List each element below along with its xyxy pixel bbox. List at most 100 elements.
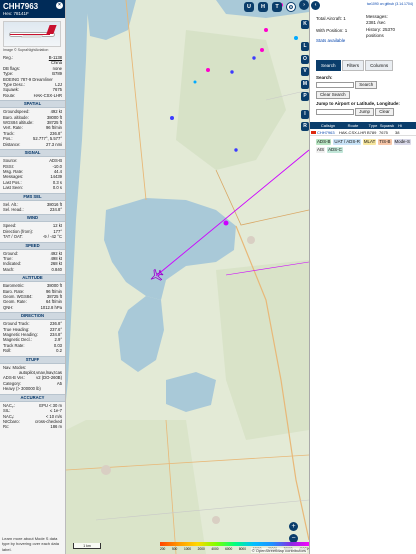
- info-row: Mach: 0.840: [0, 267, 65, 272]
- section-header-signal: SIGNAL: [0, 149, 65, 158]
- photo-credit[interactable]: Image © SupraNightAviation: [0, 47, 65, 55]
- panel-tabs: Search Filters Columns: [316, 60, 414, 71]
- version-link[interactable]: tar1090 on github (3.14.1704): [367, 2, 413, 6]
- map-side-button-i[interactable]: I: [301, 110, 309, 119]
- search-label: Search:: [316, 75, 333, 80]
- column-header[interactable]: Type: [367, 122, 379, 129]
- column-header[interactable]: Hi: [395, 122, 405, 129]
- close-icon[interactable]: ×: [56, 2, 63, 9]
- map-side-button-k[interactable]: K: [301, 20, 309, 29]
- altitude-tick: 8000: [238, 547, 246, 551]
- map-view[interactable]: U H T ⚙ › + − 1 km 200 500 1000 2000 4000 600…: [66, 0, 309, 554]
- section-header-spatial: SPATIAL: [0, 100, 65, 109]
- section-header-stuff: STUFF: [0, 355, 65, 364]
- info-label: Heavy (> 300000 lb): [3, 386, 41, 392]
- table-row[interactable]: CHH7963 HAK-CSX-LHR B789 7675 38: [310, 128, 416, 136]
- expand-panel-icon[interactable]: ›: [299, 0, 309, 10]
- column-header[interactable]: [310, 122, 317, 129]
- messages-label: Messages:: [366, 14, 388, 19]
- info-value: 0.840: [51, 266, 62, 272]
- info-row: Rc: 186 m: [0, 424, 65, 429]
- map-scale: 1 km: [73, 543, 101, 549]
- settings-icon[interactable]: ⚙: [286, 2, 296, 12]
- section-header-direction: DIRECTION: [0, 312, 65, 321]
- map-side-button-p[interactable]: P: [301, 92, 309, 101]
- aircraft-sections: SPATIAL Groundspeed: 492 kt Baro. altitude:…: [0, 100, 65, 429]
- table-cell: B789: [367, 129, 377, 135]
- section-header-speed: SPEED: [0, 241, 65, 250]
- zoom-in-button[interactable]: +: [289, 522, 298, 531]
- aircraft-info-panel: CHH7963 Hex: 78141F × Image © SupraNight…: [0, 0, 66, 554]
- history-positions: positions: [366, 33, 384, 38]
- altitude-tick: 500: [171, 547, 178, 551]
- section-header-fms-sel: FMS SEL: [0, 192, 65, 201]
- column-header[interactable]: Callsign: [317, 122, 339, 129]
- jump-button[interactable]: Jump: [355, 107, 375, 116]
- source-badge: Mode-S: [393, 138, 411, 145]
- collapse-panel-icon[interactable]: ‹: [311, 1, 320, 10]
- info-row: QNH: 1012.8 hPa: [0, 305, 65, 310]
- altitude-tick: 4000: [211, 547, 219, 551]
- aircraft-table-header: Callsign Route Type Squawk Hi: [310, 121, 416, 129]
- map-canvas[interactable]: [66, 0, 309, 554]
- source-legend: ADS-B UAT / ADS-R MLAT TIS-B Mode-S AIS ADS-C: [310, 136, 416, 154]
- tab-filters[interactable]: Filters: [341, 60, 365, 71]
- section-header-wind: WIND: [0, 214, 65, 223]
- map-side-button-o[interactable]: O: [301, 55, 309, 64]
- detail-label: Route:: [3, 92, 16, 98]
- info-label: Last Seen:: [3, 185, 24, 191]
- messages-rate: 2381 /sec: [366, 20, 386, 25]
- source-badge: ADS-B: [316, 138, 332, 145]
- map-side-button-l[interactable]: L: [301, 42, 309, 51]
- source-badge: AIS: [316, 146, 326, 153]
- detail-label: Reg.:: [3, 55, 14, 60]
- info-label: Rc:: [3, 424, 10, 430]
- info-label: TAT / OAT:: [3, 234, 23, 240]
- map-button-h[interactable]: H: [258, 2, 268, 12]
- right-top-bar: ‹ tar1090 on github (3.14.1704): [310, 0, 416, 14]
- info-row: Distance: 27.3 nmi: [0, 142, 65, 147]
- tab-search[interactable]: Search: [316, 60, 341, 71]
- altitude-tick: 6000: [225, 547, 233, 551]
- table-cell: 38: [395, 129, 400, 135]
- table-cell: 7675: [379, 129, 388, 135]
- stats-link[interactable]: Stats available: [316, 38, 345, 44]
- info-label: Distance:: [3, 141, 21, 147]
- clear-jump-button[interactable]: Clear: [375, 107, 394, 116]
- map-side-button-r[interactable]: R: [301, 122, 309, 131]
- map-button-t[interactable]: T: [272, 2, 282, 12]
- aircraft-photo[interactable]: [3, 21, 61, 47]
- map-button-u[interactable]: U: [244, 2, 254, 12]
- column-header[interactable]: Squawk: [379, 122, 395, 129]
- info-value: 0.2: [56, 348, 62, 354]
- section-header-altitude: ALTITUDE: [0, 274, 65, 283]
- search-area: Search: Search Clear Search Jump to Airp…: [310, 71, 416, 118]
- info-value: 27.3 nmi: [45, 141, 62, 147]
- flag-icon: [310, 129, 317, 135]
- tab-columns[interactable]: Columns: [365, 60, 394, 71]
- table-cell: CHH7963: [317, 129, 335, 135]
- info-label: Mach:: [3, 266, 15, 272]
- section-header-accuracy: ACCURACY: [0, 393, 65, 402]
- search-input[interactable]: [316, 82, 354, 88]
- info-label: QNH:: [3, 304, 14, 310]
- info-label: Roll:: [3, 348, 12, 354]
- search-button[interactable]: Search: [355, 81, 378, 89]
- app-root: CHH7963 Hex: 78141F × Image © SupraNight…: [0, 0, 416, 554]
- altitude-tick: 200: [160, 547, 166, 551]
- info-row: Roll: 0.2: [0, 348, 65, 353]
- jump-label: Jump to Airport or Latitude, Longitude:: [316, 101, 400, 106]
- map-attribution[interactable]: © OpenStreetMap contributors: [250, 548, 307, 553]
- info-row: Sel. Head.: 234.8°: [0, 207, 65, 212]
- map-side-button-m[interactable]: M: [301, 80, 309, 89]
- table-cell: HAK-CSX-LHR: [339, 129, 367, 135]
- info-value: 0.0 s: [52, 185, 62, 191]
- stats-block: Total Aircraft: 1 With Position: 1 Stats…: [310, 14, 416, 50]
- jump-input[interactable]: [316, 108, 354, 115]
- column-header[interactable]: Route: [339, 122, 367, 129]
- map-side-button-v[interactable]: V: [301, 67, 309, 76]
- info-label: Sel. Head.:: [3, 206, 24, 212]
- altitude-tick: 2000: [197, 547, 205, 551]
- clear-search-button[interactable]: Clear Search: [316, 91, 350, 99]
- source-badge: UAT / ADS-R: [333, 138, 361, 145]
